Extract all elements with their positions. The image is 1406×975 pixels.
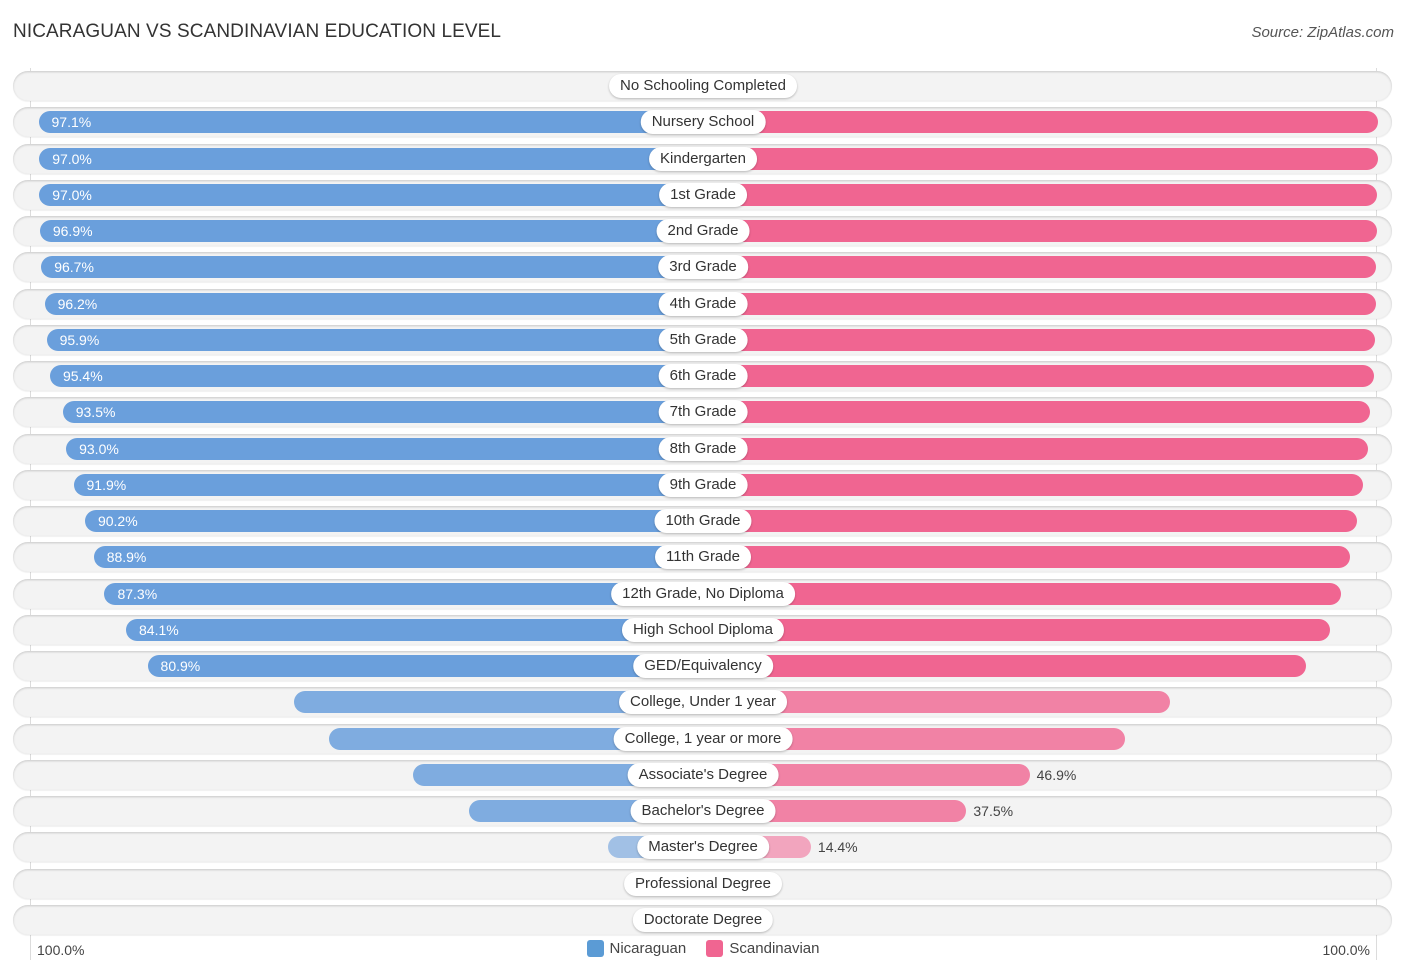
bar-nicaraguan-7th-grade[interactable]: [62, 401, 703, 424]
bar-nicaraguan-10th-grade[interactable]: [84, 510, 703, 532]
category-label-master-s-degree: Master's Degree: [637, 835, 769, 860]
bar-nicaraguan-ged-equivalency[interactable]: [147, 655, 703, 677]
bar-nicaraguan-11th-grade[interactable]: [93, 546, 703, 569]
category-label-professional-degree: Professional Degree: [624, 871, 782, 896]
value-label-scandinavian-master-s-degree: 14.4%: [817, 839, 858, 856]
value-label-nicaraguan-12th-grade-no-diploma: 87.3%: [117, 585, 158, 602]
bar-scandinavian-7th-grade[interactable]: [703, 401, 1370, 424]
legend-swatch-nicaraguan: [586, 940, 604, 957]
legend-item-nicaraguan[interactable]: Nicaraguan: [586, 940, 687, 957]
value-label-nicaraguan-nursery-school: 97.1%: [51, 114, 92, 131]
bar-nicaraguan-6th-grade[interactable]: [49, 365, 703, 387]
value-label-nicaraguan-high-school-diploma: 84.1%: [139, 621, 179, 638]
category-label-10th-grade: 10th Grade: [654, 509, 752, 533]
value-label-nicaraguan-1st-grade: 97.0%: [52, 186, 92, 203]
category-label-high-school-diploma: High School Diploma: [621, 617, 785, 642]
bar-scandinavian-nursery-school[interactable]: [703, 111, 1378, 134]
value-label-nicaraguan-5th-grade: 95.9%: [59, 331, 100, 348]
source-label: Source: ZipAtlas.com: [1251, 24, 1394, 41]
category-label-6th-grade: 6th Grade: [658, 364, 748, 388]
legend-swatch-scandinavian: [706, 940, 724, 957]
bar-nicaraguan-1st-grade[interactable]: [39, 183, 703, 206]
bar-nicaraguan-2nd-grade[interactable]: [39, 220, 703, 242]
bar-nicaraguan-9th-grade[interactable]: [73, 473, 703, 496]
category-label-12th-grade-no-diploma: 12th Grade, No Diploma: [611, 581, 795, 606]
bar-scandinavian-5th-grade[interactable]: [703, 328, 1375, 351]
bar-scandinavian-high-school-diploma[interactable]: [703, 618, 1330, 641]
category-label-11th-grade: 11th Grade: [655, 545, 751, 570]
category-label-1st-grade: 1st Grade: [659, 182, 747, 207]
category-label-college-1-year-or-more: College, 1 year or more: [613, 726, 793, 751]
category-label-2nd-grade: 2nd Grade: [656, 219, 750, 243]
bar-nicaraguan-5th-grade[interactable]: [46, 328, 703, 351]
value-label-nicaraguan-6th-grade: 95.4%: [62, 368, 103, 384]
bar-scandinavian-12th-grade-no-diploma[interactable]: [703, 582, 1342, 605]
bar-scandinavian-9th-grade[interactable]: [703, 473, 1364, 496]
value-label-scandinavian-bachelor-s-degree: 37.5%: [973, 803, 1014, 819]
category-label-5th-grade: 5th Grade: [658, 327, 748, 352]
value-label-nicaraguan-3rd-grade: 96.7%: [54, 259, 94, 276]
bar-scandinavian-4th-grade[interactable]: [703, 292, 1376, 315]
bar-nicaraguan-8th-grade[interactable]: [66, 437, 703, 460]
value-label-nicaraguan-11th-grade: 88.9%: [106, 549, 147, 566]
value-label-nicaraguan-4th-grade: 96.2%: [57, 295, 98, 312]
category-label-kindergarten: Kindergarten: [649, 146, 757, 171]
bar-scandinavian-2nd-grade[interactable]: [703, 220, 1377, 242]
category-label-3rd-grade: 3rd Grade: [658, 255, 748, 280]
bar-nicaraguan-high-school-diploma[interactable]: [126, 618, 703, 641]
category-label-7th-grade: 7th Grade: [658, 400, 748, 425]
bar-scandinavian-11th-grade[interactable]: [703, 546, 1350, 569]
legend-label-scandinavian: Scandinavian: [729, 940, 820, 957]
bar-scandinavian-ged-equivalency[interactable]: [703, 655, 1306, 677]
bar-nicaraguan-nursery-school[interactable]: [38, 111, 703, 134]
bar-nicaraguan-4th-grade[interactable]: [44, 292, 703, 315]
category-label-nursery-school: Nursery School: [640, 110, 766, 135]
category-label-ged-equivalency: GED/Equivalency: [633, 654, 773, 678]
bar-scandinavian-6th-grade[interactable]: [703, 365, 1374, 387]
bar-scandinavian-kindergarten[interactable]: [703, 147, 1378, 170]
bar-scandinavian-3rd-grade[interactable]: [703, 256, 1377, 279]
value-label-nicaraguan-7th-grade: 93.5%: [75, 404, 116, 421]
category-label-4th-grade: 4th Grade: [658, 291, 748, 316]
category-label-college-under-1-year: College, Under 1 year: [619, 690, 787, 715]
legend-item-scandinavian[interactable]: Scandinavian: [706, 940, 819, 957]
category-label-associate-s-degree: Associate's Degree: [627, 762, 779, 787]
value-label-nicaraguan-ged-equivalency: 80.9%: [160, 658, 201, 674]
value-label-nicaraguan-2nd-grade: 96.9%: [52, 223, 93, 239]
category-label-doctorate-degree: Doctorate Degree: [632, 907, 774, 932]
chart-title: NICARAGUAN VS SCANDINAVIAN EDUCATION LEV…: [13, 21, 502, 42]
bar-scandinavian-8th-grade[interactable]: [703, 437, 1369, 460]
bar-nicaraguan-3rd-grade[interactable]: [41, 256, 703, 279]
legend: Nicaraguan Scandinavian: [0, 940, 1406, 961]
category-label-9th-grade: 9th Grade: [658, 472, 748, 497]
bar-nicaraguan-kindergarten[interactable]: [39, 147, 703, 170]
value-label-nicaraguan-10th-grade: 90.2%: [97, 513, 138, 529]
category-label-8th-grade: 8th Grade: [658, 436, 748, 461]
value-label-nicaraguan-9th-grade: 91.9%: [86, 476, 127, 493]
bar-scandinavian-10th-grade[interactable]: [703, 510, 1358, 532]
legend-label-nicaraguan: Nicaraguan: [609, 940, 687, 957]
value-label-nicaraguan-8th-grade: 93.0%: [79, 440, 119, 457]
category-label-bachelor-s-degree: Bachelor's Degree: [630, 799, 776, 823]
bar-scandinavian-1st-grade[interactable]: [703, 183, 1377, 206]
value-label-scandinavian-associate-s-degree: 46.9%: [1036, 766, 1077, 783]
category-label-no-schooling-completed: No Schooling Completed: [609, 74, 797, 98]
value-label-nicaraguan-kindergarten: 97.0%: [52, 150, 92, 167]
